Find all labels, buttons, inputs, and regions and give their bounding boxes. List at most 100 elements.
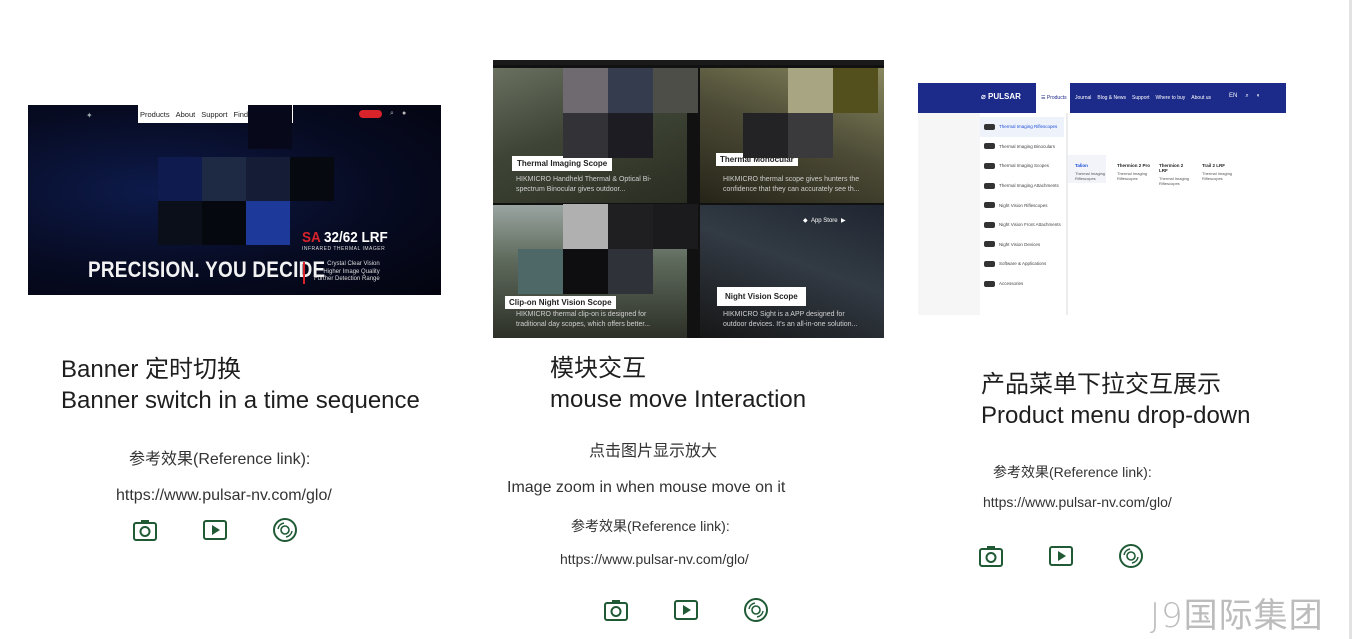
disc-icon[interactable] — [743, 597, 769, 623]
mosaic-block — [202, 201, 246, 245]
menu-item: Thermal Imaging Riflescopes — [980, 117, 1064, 137]
tile-description: HIKMICRO thermal clip-on is designed for… — [516, 311, 651, 328]
product-menu: Thermal Imaging Riflescopes Thermal Imag… — [980, 117, 1066, 294]
product-name: SA 32/62 LRF — [302, 229, 388, 246]
mosaic-block — [246, 201, 290, 245]
product-thumb-icon — [984, 123, 995, 130]
nav-item: Blog & News — [1097, 95, 1127, 101]
section-title: Banner 定时切换 Banner switch in a time sequ… — [61, 356, 420, 414]
mosaic-block — [202, 157, 246, 201]
reference-link[interactable]: https://www.pulsar-nv.com/glo/ — [560, 551, 749, 567]
camera-icon[interactable] — [978, 543, 1004, 569]
menu-divider — [1066, 113, 1068, 315]
nav-item: Products — [140, 109, 170, 119]
mosaic-block — [563, 113, 608, 158]
red-divider — [303, 262, 305, 284]
menu-item: Night Vision Devices — [984, 235, 1066, 255]
play-icon[interactable] — [673, 597, 699, 623]
search-icon: ⌕ — [1245, 93, 1249, 99]
reference-label: 参考效果(Reference link): — [571, 518, 730, 534]
mosaic-block — [608, 68, 653, 113]
mosaic-block — [788, 68, 833, 113]
menu-item: Thermal Imaging Scopes — [984, 156, 1066, 176]
logo-icon: ✦ — [86, 111, 93, 120]
product-thumb-icon — [984, 143, 995, 150]
menu-item: Night Vision Front Attachments — [984, 215, 1066, 235]
media-icons — [978, 543, 1144, 569]
search-icon: ⌕ — [390, 110, 394, 117]
product-thumb-icon — [984, 182, 995, 189]
play-icon[interactable] — [1048, 543, 1074, 569]
disc-icon[interactable] — [1118, 543, 1144, 569]
mosaic-block — [246, 157, 290, 201]
camera-icon[interactable] — [603, 597, 629, 623]
banner-headline: PRECISION. YOU DECIDE — [88, 257, 326, 282]
product-thumb-icon — [984, 280, 995, 287]
app-store-badges: ◆ App Store ▶ — [803, 218, 846, 224]
media-icons — [603, 597, 769, 623]
reference-label: 参考效果(Reference link): — [993, 464, 1152, 480]
tile-label: Clip-on Night Vision Scope — [505, 296, 616, 309]
nav-cta-button — [359, 110, 382, 118]
product-thumb-icon — [984, 162, 995, 169]
mosaic-block — [518, 249, 563, 294]
mosaic-block — [563, 68, 608, 113]
mosaic-block — [563, 204, 608, 249]
tile-description: HIKMICRO Sight is a APP designed for outd… — [723, 311, 858, 328]
pulsar-logo: ⌀ PULSAR — [981, 92, 1021, 101]
product-subtitle: INFRARED THERMAL IMAGER — [302, 246, 386, 252]
module-grid-screenshot: Thermal Imaging Scope HIKMICRO Handheld … — [493, 60, 884, 338]
product-thumb-icon — [984, 260, 995, 267]
product-thumb-icon — [984, 241, 995, 248]
nav-item: About us — [1191, 95, 1212, 101]
camera-icon[interactable] — [132, 517, 158, 543]
mosaic-block — [608, 113, 653, 158]
mosaic-block — [653, 204, 698, 249]
watermark: J9国际集团 — [1150, 596, 1324, 636]
tile-label: Night Vision Scope — [717, 287, 806, 306]
section-title: 模块交互 mouse move Interaction — [550, 355, 807, 413]
mosaic-block — [608, 249, 653, 294]
disc-icon[interactable] — [272, 517, 298, 543]
user-icon: ◐ — [1256, 93, 1261, 99]
section-description-cn: 点击图片显示放大 — [589, 443, 718, 460]
product-thumb-icon — [984, 202, 995, 209]
play-icon[interactable] — [202, 517, 228, 543]
mosaic-block — [158, 157, 202, 201]
submenu-item: Trail 2 LRF Thermal Imaging Riflescopes — [1202, 163, 1233, 181]
tile-description: HIKMICRO thermal scope gives hunters the… — [723, 176, 860, 193]
banner-screenshot: ✦ Products About Support Find ⌕ ● SA 32/… — [28, 105, 441, 295]
mosaic-block — [290, 157, 334, 201]
reference-link[interactable]: https://www.pulsar-nv.com/glo/ — [983, 494, 1172, 510]
page-background — [918, 113, 980, 315]
mosaic-block — [158, 201, 202, 245]
nav-item: About — [175, 109, 196, 119]
reference-label: 参考效果(Reference link): — [129, 451, 311, 468]
menu-item: Accessories — [984, 274, 1066, 294]
section-description-en: Image zoom in when mouse move on it — [507, 479, 786, 496]
header-nav: Journal Blog & News Support Where to buy… — [1075, 95, 1211, 101]
product-menu-screenshot: ⌀ PULSAR ☰ Products Journal Blog & News … — [918, 83, 1286, 315]
mosaic-block — [833, 68, 878, 113]
mosaic-block — [248, 105, 292, 149]
header-tools: EN ⌕ ◐ — [1229, 93, 1260, 100]
mosaic-block — [788, 113, 833, 158]
tab-products: ☰ Products — [1036, 83, 1070, 113]
reference-link[interactable]: https://www.pulsar-nv.com/glo/ — [116, 487, 332, 505]
nav-item: Support — [1132, 95, 1150, 101]
globe-icon: ● — [402, 110, 407, 117]
submenu-item: Talion Thermal Imaging Riflescopes — [1075, 163, 1106, 181]
tile-description: HIKMICRO Handheld Thermal & Optical Bi-s… — [516, 176, 652, 193]
section-title: 产品菜单下拉交互展示 Product menu drop-down — [981, 371, 1251, 429]
menu-item: Thermal Imaging Attachments — [984, 176, 1066, 196]
menu-item: Thermal Imaging Binoculars — [984, 137, 1066, 157]
mosaic-block — [563, 249, 608, 294]
nav-item: Find — [233, 109, 249, 119]
nav-item: Support — [201, 109, 228, 119]
mosaic-block — [743, 113, 788, 158]
nav-item: Journal — [1075, 95, 1092, 101]
feature-list: Crystal Clear Vision Higher Image Qualit… — [314, 261, 380, 282]
mosaic-block — [608, 204, 653, 249]
language-label: EN — [1229, 93, 1238, 99]
product-thumb-icon — [984, 221, 995, 228]
